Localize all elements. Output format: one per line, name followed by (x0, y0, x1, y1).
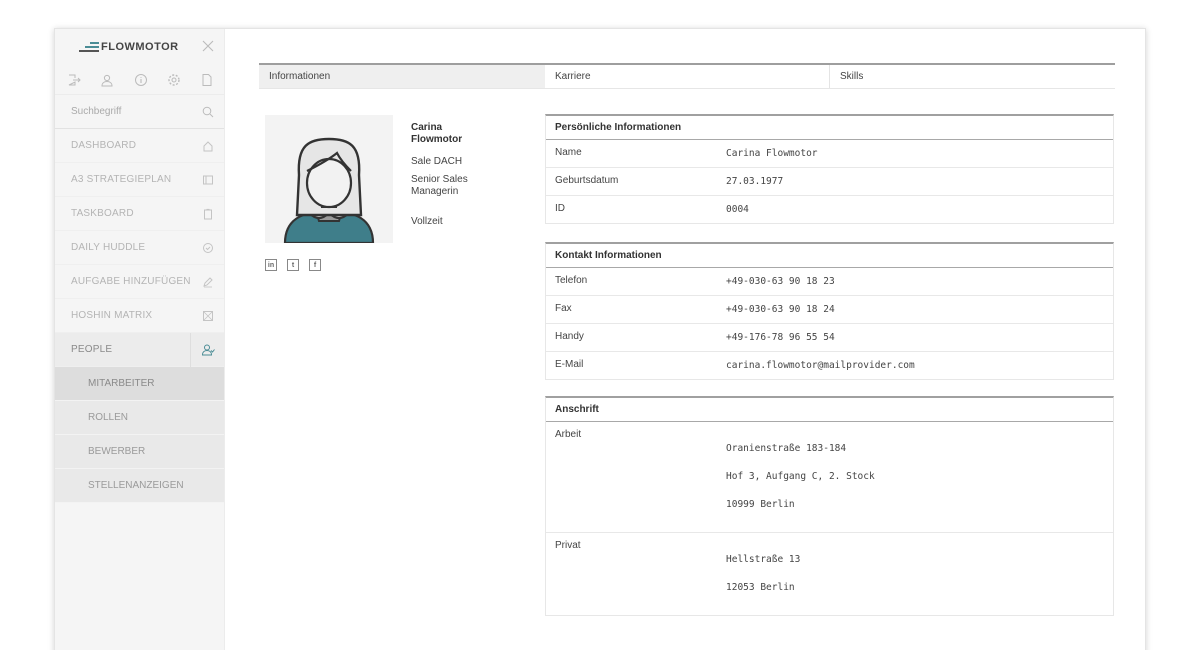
table-row: Geburtsdatum 27.03.1977 (546, 168, 1113, 196)
address-line: 12053 Berlin (726, 582, 795, 593)
nav-item-label: DAILY HUDDLE (71, 242, 146, 253)
phone-value[interactable]: +49-030-63 90 18 23 (726, 268, 1113, 295)
nav-item-dashboard[interactable]: DASHBOARD (55, 129, 224, 163)
app-window: FLOWMOTOR DASHBOARD A3 STRATEGIEPLAN TAS… (54, 28, 1146, 650)
row-label: Handy (555, 331, 584, 342)
table-row: Arbeit Oranienstraße 183-184 Hof 3, Aufg… (546, 422, 1113, 533)
person-info: Carina Flowmotor Sale DACH Senior Sales … (411, 122, 491, 234)
row-label: Privat (555, 540, 581, 551)
row-label: E-Mail (555, 359, 584, 370)
search-icon[interactable] (202, 106, 214, 118)
pencil-icon (203, 276, 213, 287)
sub-nav-mitarbeiter[interactable]: MITARBEITER (55, 367, 224, 401)
check-circle-icon (203, 242, 213, 253)
people-icon-wrap (190, 332, 224, 367)
person-name: Carina Flowmotor (411, 122, 463, 145)
nav-item-people[interactable]: PEOPLE (55, 332, 224, 367)
sidebar-toolbar (55, 65, 224, 95)
tab-informationen[interactable]: Informationen (259, 65, 545, 88)
nav-item-daily-huddle[interactable]: DAILY HUDDLE (55, 231, 224, 265)
section-title: Anschrift (546, 398, 1113, 422)
people-icon (201, 344, 215, 355)
address-line: Oranienstraße 183-184 (726, 443, 847, 454)
main-content: Informationen Karriere Skills Carina Flo… (259, 63, 1115, 616)
close-icon (202, 40, 214, 52)
book-icon (203, 175, 213, 184)
section-title: Kontakt Informationen (546, 244, 1113, 268)
address-private: Hellstraße 13 12053 Berlin (726, 533, 1113, 615)
section-personal-info: Persönliche Informationen Name Carina Fl… (545, 114, 1114, 224)
nav-item-aufgabe-hinzufuegen[interactable]: AUFGABE HINZUFÜGEN (55, 265, 224, 299)
table-row: Telefon +49-030-63 90 18 23 (546, 268, 1113, 296)
nav-item-label: TASKBOARD (71, 208, 134, 219)
nav-item-label: HOSHIN MATRIX (71, 310, 153, 321)
social-links: in t f (265, 259, 393, 271)
table-row: Handy +49-176-78 96 55 54 (546, 324, 1113, 352)
row-value: 0004 (726, 204, 749, 215)
nav-item-label: A3 STRATEGIEPLAN (71, 174, 172, 185)
home-icon (203, 140, 213, 151)
document-icon[interactable] (200, 73, 214, 87)
person-region: Sale DACH (411, 156, 463, 167)
sub-nav-bewerber[interactable]: BEWERBER (55, 435, 224, 469)
nav-item-taskboard[interactable]: TASKBOARD (55, 197, 224, 231)
row-label: Name (555, 147, 582, 158)
row-label: Geburtsdatum (555, 175, 619, 186)
row-label: ID (555, 203, 565, 214)
sidebar: FLOWMOTOR DASHBOARD A3 STRATEGIEPLAN TAS… (55, 29, 225, 650)
address-line: 10999 Berlin (726, 499, 795, 510)
person-role: Senior Sales Managerin (411, 174, 468, 197)
mobile-value[interactable]: +49-176-78 96 55 54 (726, 324, 1113, 351)
logo-text: FLOWMOTOR (101, 41, 179, 53)
row-label: Arbeit (555, 429, 582, 440)
email-link[interactable]: carina.flowmotor@mailprovider.com (726, 352, 1113, 379)
table-row: Privat Hellstraße 13 12053 Berlin (546, 533, 1113, 615)
row-value: Carina Flowmotor (726, 148, 818, 159)
sub-nav-stellenanzeigen[interactable]: STELLENANZEIGEN (55, 469, 224, 503)
row-value: 27.03.1977 (726, 176, 784, 187)
table-row: ID 0004 (546, 196, 1113, 223)
table-row: Fax +49-030-63 90 18 24 (546, 296, 1113, 324)
search-input[interactable] (71, 106, 191, 117)
nav-item-hoshin-matrix[interactable]: HOSHIN MATRIX (55, 299, 224, 333)
row-label: Fax (555, 303, 572, 314)
row-label: Telefon (555, 275, 588, 286)
info-icon[interactable] (134, 73, 148, 87)
tab-bar: Informationen Karriere Skills (259, 63, 1115, 89)
matrix-icon (203, 310, 213, 321)
profile-card: Carina Flowmotor Sale DACH Senior Sales … (265, 115, 468, 271)
section-contact-info: Kontakt Informationen Telefon +49-030-63… (545, 242, 1114, 380)
clipboard-icon (204, 208, 212, 219)
section-title: Persönliche Informationen (546, 116, 1113, 140)
logo-mark-icon (79, 41, 99, 53)
nav-item-label: PEOPLE (71, 344, 113, 355)
sub-nav-rollen[interactable]: ROLLEN (55, 401, 224, 435)
gear-icon[interactable] (167, 73, 181, 87)
avatar-illustration (283, 137, 375, 245)
close-sidebar-button[interactable] (202, 40, 216, 54)
address-line: Hellstraße 13 (726, 554, 801, 565)
twitter-icon[interactable]: t (287, 259, 299, 271)
nav-item-a3-strategieplan[interactable]: A3 STRATEGIEPLAN (55, 163, 224, 197)
avatar (265, 115, 393, 245)
nav-item-label: DASHBOARD (71, 140, 137, 151)
person-employment: Vollzeit (411, 216, 443, 227)
nav-item-label: AUFGABE HINZUFÜGEN (71, 276, 191, 287)
address-work: Oranienstraße 183-184 Hof 3, Aufgang C, … (726, 422, 1113, 532)
logout-icon[interactable] (67, 73, 81, 87)
table-row: Name Carina Flowmotor (546, 140, 1113, 168)
address-line: Hof 3, Aufgang C, 2. Stock (726, 471, 875, 482)
linkedin-icon[interactable]: in (265, 259, 277, 271)
tab-karriere[interactable]: Karriere (545, 65, 830, 88)
logo[interactable]: FLOWMOTOR (55, 29, 224, 65)
facebook-icon[interactable]: f (309, 259, 321, 271)
table-row: E-Mail carina.flowmotor@mailprovider.com (546, 352, 1113, 379)
user-icon[interactable] (100, 73, 114, 87)
tab-skills[interactable]: Skills (830, 65, 1115, 88)
fax-value: +49-030-63 90 18 24 (726, 304, 835, 315)
section-address: Anschrift Arbeit Oranienstraße 183-184 H… (545, 396, 1114, 616)
search-bar (55, 95, 224, 129)
